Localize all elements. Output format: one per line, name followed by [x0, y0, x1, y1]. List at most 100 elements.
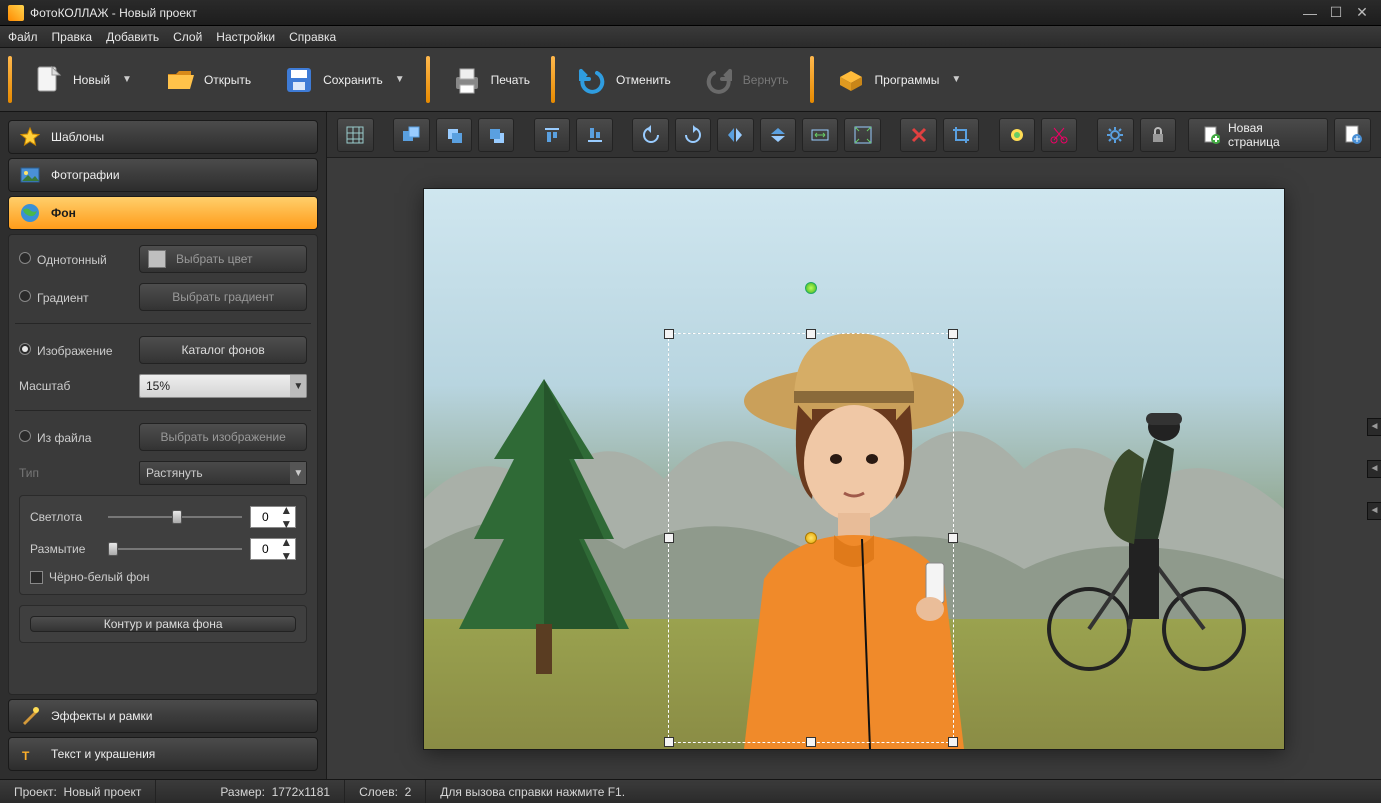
print-icon	[451, 64, 483, 96]
status-help: Для вызова справки нажмите F1.	[426, 780, 1381, 803]
statusbar: Проект: Новый проект Размер: 1772x1181 С…	[0, 779, 1381, 803]
type-select[interactable]: Растянуть▼	[139, 461, 307, 485]
handle-e[interactable]	[948, 533, 958, 543]
sidebar-item-photos[interactable]: Фотографии	[8, 158, 318, 192]
selection-box[interactable]	[668, 333, 954, 743]
close-button[interactable]: ✕	[1351, 5, 1373, 21]
redo-button[interactable]: Вернуть	[690, 52, 802, 107]
choose-image-button[interactable]: Выбрать изображение	[139, 423, 307, 451]
sidebar-item-background[interactable]: Фон	[8, 196, 318, 230]
bw-checkbox[interactable]: Чёрно-белый фон	[30, 570, 296, 584]
main-toolbar: Новый ▼ Открыть Сохранить ▼ Печать Отмен…	[0, 48, 1381, 112]
type-label: Тип	[19, 466, 129, 480]
sidebar-item-text[interactable]: T Текст и украшения	[8, 737, 318, 771]
handle-n[interactable]	[806, 329, 816, 339]
sidebar-label: Текст и украшения	[51, 747, 155, 761]
blur-label: Размытие	[30, 542, 100, 556]
menubar: Файл Правка Добавить Слой Настройки Спра…	[0, 26, 1381, 48]
flyout-tab-3[interactable]: ◄	[1367, 502, 1381, 520]
app-icon	[8, 5, 24, 21]
wand-icon[interactable]	[999, 118, 1035, 152]
send-backward-icon[interactable]	[478, 118, 514, 152]
star-icon	[19, 126, 41, 148]
menu-settings[interactable]: Настройки	[216, 30, 275, 44]
scissors-icon[interactable]	[1041, 118, 1077, 152]
align-top-icon[interactable]	[534, 118, 570, 152]
svg-text:T: T	[22, 749, 30, 763]
handle-s[interactable]	[806, 737, 816, 747]
background-panel: Однотонный Выбрать цвет Градиент Выбрать…	[8, 234, 318, 695]
open-button[interactable]: Открыть	[151, 52, 264, 107]
folder-icon	[164, 64, 196, 96]
minimize-button[interactable]: —	[1299, 5, 1321, 21]
new-button[interactable]: Новый ▼	[20, 52, 145, 107]
flip-h-icon[interactable]	[717, 118, 753, 152]
menu-add[interactable]: Добавить	[106, 30, 159, 44]
status-size: Размер: 1772x1181	[206, 780, 345, 803]
menu-edit[interactable]: Правка	[52, 30, 93, 44]
radio-gradient[interactable]: Градиент	[19, 290, 129, 305]
handle-w[interactable]	[664, 533, 674, 543]
sidebar-item-effects[interactable]: Эффекты и рамки	[8, 699, 318, 733]
sidebar-label: Фон	[51, 206, 76, 220]
programs-button[interactable]: Программы ▼	[822, 52, 975, 107]
brightness-slider[interactable]	[108, 507, 242, 527]
brightness-spin[interactable]: ▲▼	[250, 506, 296, 528]
undo-button[interactable]: Отменить	[563, 52, 684, 107]
maximize-button[interactable]: ☐	[1325, 5, 1347, 21]
toolbar-separator	[810, 56, 814, 103]
center-handle[interactable]	[805, 532, 817, 544]
sidebar-item-templates[interactable]: Шаблоны	[8, 120, 318, 154]
menu-help[interactable]: Справка	[289, 30, 336, 44]
blur-spin[interactable]: ▲▼	[250, 538, 296, 560]
status-project: Проект: Новый проект	[0, 780, 156, 803]
choose-gradient-button[interactable]: Выбрать градиент	[139, 283, 307, 311]
save-button[interactable]: Сохранить ▼	[270, 52, 418, 107]
menu-layer[interactable]: Слой	[173, 30, 202, 44]
rotate-right-icon[interactable]	[675, 118, 711, 152]
catalog-button[interactable]: Каталог фонов	[139, 336, 307, 364]
fit-screen-icon[interactable]	[844, 118, 880, 152]
crop-icon[interactable]	[943, 118, 979, 152]
handle-sw[interactable]	[664, 737, 674, 747]
delete-icon[interactable]	[900, 118, 936, 152]
handle-ne[interactable]	[948, 329, 958, 339]
blur-slider[interactable]	[108, 539, 242, 559]
scale-select[interactable]: 15%▼	[139, 374, 307, 398]
toolbar-separator	[8, 56, 12, 103]
flyout-tab-2[interactable]: ◄	[1367, 460, 1381, 478]
toolbar-separator	[426, 56, 430, 103]
bg-tree	[444, 369, 644, 689]
radio-fromfile[interactable]: Из файла	[19, 430, 129, 445]
toolbar-separator	[551, 56, 555, 103]
flyout-tab-1[interactable]: ◄	[1367, 418, 1381, 436]
photo-icon	[19, 164, 41, 186]
rotate-left-icon[interactable]	[632, 118, 668, 152]
menu-file[interactable]: Файл	[8, 30, 38, 44]
bring-front-icon[interactable]	[393, 118, 429, 152]
canvas[interactable]	[424, 189, 1284, 749]
flip-v-icon[interactable]	[760, 118, 796, 152]
bring-forward-icon[interactable]	[436, 118, 472, 152]
page-add-icon	[1203, 126, 1220, 144]
handle-nw[interactable]	[664, 329, 674, 339]
choose-color-button[interactable]: Выбрать цвет	[139, 245, 307, 273]
redo-icon	[703, 64, 735, 96]
status-layers: Слоев: 2	[345, 780, 426, 803]
canvas-viewport[interactable]: ◄ ◄ ◄	[327, 158, 1381, 779]
radio-image[interactable]: Изображение	[19, 343, 129, 358]
contour-button[interactable]: Контур и рамка фона	[30, 616, 296, 632]
print-button[interactable]: Печать	[438, 52, 543, 107]
align-bottom-icon[interactable]	[576, 118, 612, 152]
page-settings-icon[interactable]	[1334, 118, 1370, 152]
grid-icon[interactable]	[337, 118, 373, 152]
new-page-button[interactable]: Новая страница	[1188, 118, 1329, 152]
fit-width-icon[interactable]	[802, 118, 838, 152]
handle-se[interactable]	[948, 737, 958, 747]
gear-icon[interactable]	[1097, 118, 1133, 152]
rotation-handle[interactable]	[805, 282, 817, 294]
new-icon	[33, 64, 65, 96]
lock-icon[interactable]	[1140, 118, 1176, 152]
text-icon: T	[19, 743, 41, 765]
radio-solid[interactable]: Однотонный	[19, 252, 129, 267]
